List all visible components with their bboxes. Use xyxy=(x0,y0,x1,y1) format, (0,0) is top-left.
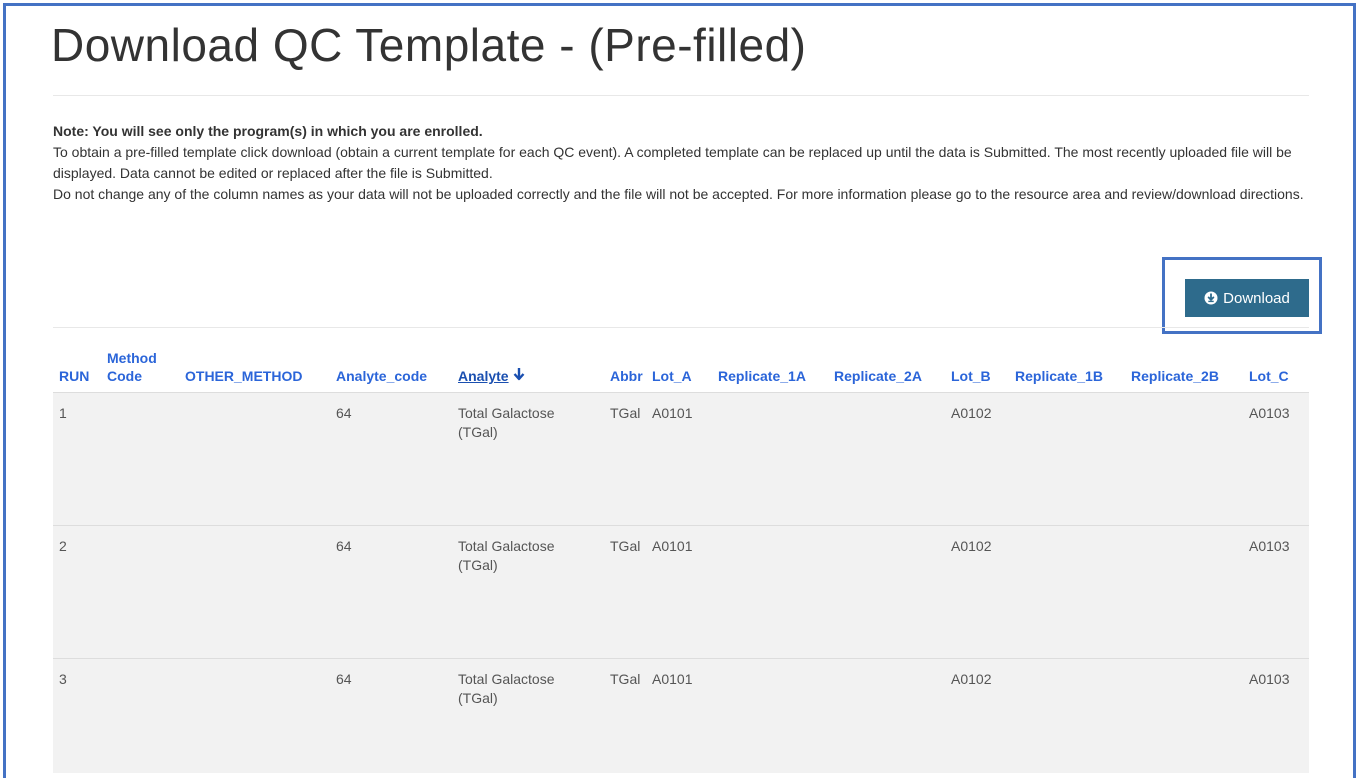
cell-other-method xyxy=(179,526,330,659)
cell-lot-b: A0102 xyxy=(951,671,992,687)
cell-lot-c: A0103 xyxy=(1249,671,1290,687)
download-circle-icon xyxy=(1204,291,1218,305)
cell-replicate-2b xyxy=(1125,526,1243,659)
table-row: 1 64 Total Galactose (TGal) TGal A0101 A… xyxy=(53,392,1309,526)
cell-other-method xyxy=(179,659,330,774)
cell-analyte: Total Galactose (TGal) xyxy=(458,671,555,706)
col-header-replicate-1a[interactable]: Replicate_1A xyxy=(712,345,828,393)
download-button[interactable]: Download xyxy=(1185,279,1309,317)
cell-replicate-1a xyxy=(712,393,828,526)
divider xyxy=(53,327,1309,328)
note-paragraph-1: To obtain a pre-filled template click do… xyxy=(53,144,1292,181)
cell-method-code xyxy=(101,393,179,526)
cell-replicate-2b xyxy=(1125,659,1243,774)
col-header-lot-c[interactable]: Lot_C xyxy=(1243,345,1309,393)
cell-replicate-1a xyxy=(712,526,828,659)
col-header-analyte[interactable]: Analyte xyxy=(452,345,604,393)
page-title: Download QC Template - (Pre-filled) xyxy=(51,19,807,71)
col-header-replicate-2b[interactable]: Replicate_2B xyxy=(1125,345,1243,393)
cell-replicate-2a xyxy=(828,526,945,659)
cell-other-method xyxy=(179,393,330,526)
cell-replicate-1b xyxy=(1009,659,1125,774)
sort-descending-icon xyxy=(513,367,525,385)
table-row: 3 64 Total Galactose (TGal) TGal A0101 A… xyxy=(53,658,1309,774)
cell-lot-c: A0103 xyxy=(1249,405,1290,421)
cell-run: 2 xyxy=(59,538,67,554)
cell-analyte: Total Galactose (TGal) xyxy=(458,405,555,440)
cell-run: 1 xyxy=(59,405,67,421)
col-header-replicate-2a[interactable]: Replicate_2A xyxy=(828,345,945,393)
cell-lot-a: A0101 xyxy=(652,405,693,421)
cell-method-code xyxy=(101,526,179,659)
cell-lot-b: A0102 xyxy=(951,405,992,421)
divider xyxy=(53,95,1309,96)
cell-method-code xyxy=(101,659,179,774)
cell-abbr: TGal xyxy=(610,671,641,687)
col-header-other-method[interactable]: OTHER_METHOD xyxy=(179,345,330,393)
cell-lot-b: A0102 xyxy=(951,538,992,554)
cell-lot-c: A0103 xyxy=(1249,538,1290,554)
cell-lot-a: A0101 xyxy=(652,538,693,554)
cell-replicate-2a xyxy=(828,393,945,526)
note-paragraph-2: Do not change any of the column names as… xyxy=(53,186,1304,202)
cell-run: 3 xyxy=(59,671,67,687)
note-section: Note: You will see only the program(s) i… xyxy=(53,121,1313,205)
cell-analyte-code: 64 xyxy=(336,671,352,687)
qc-template-table-container: RUN Method Code OTHER_METHOD Analyte_cod… xyxy=(53,345,1309,773)
cell-analyte-code: 64 xyxy=(336,538,352,554)
cell-analyte-code: 64 xyxy=(336,405,352,421)
col-header-abbr[interactable]: Abbr xyxy=(604,345,646,393)
qc-template-table: RUN Method Code OTHER_METHOD Analyte_cod… xyxy=(53,345,1309,773)
col-header-method-code[interactable]: Method Code xyxy=(101,345,179,393)
cell-replicate-1b xyxy=(1009,526,1125,659)
cell-abbr: TGal xyxy=(610,405,641,421)
cell-replicate-1a xyxy=(712,659,828,774)
table-row: 2 64 Total Galactose (TGal) TGal A0101 A… xyxy=(53,525,1309,659)
cell-replicate-1b xyxy=(1009,393,1125,526)
cell-replicate-2b xyxy=(1125,393,1243,526)
cell-lot-a: A0101 xyxy=(652,671,693,687)
col-header-run[interactable]: RUN xyxy=(53,345,101,393)
download-button-label: Download xyxy=(1223,289,1290,307)
col-header-lot-a[interactable]: Lot_A xyxy=(646,345,712,393)
cell-analyte: Total Galactose (TGal) xyxy=(458,538,555,573)
table-header-row: RUN Method Code OTHER_METHOD Analyte_cod… xyxy=(53,345,1309,393)
col-header-analyte-code[interactable]: Analyte_code xyxy=(330,345,452,393)
cell-replicate-2a xyxy=(828,659,945,774)
col-header-replicate-1b[interactable]: Replicate_1B xyxy=(1009,345,1125,393)
note-heading: Note: You will see only the program(s) i… xyxy=(53,123,483,139)
col-header-lot-b[interactable]: Lot_B xyxy=(945,345,1009,393)
cell-abbr: TGal xyxy=(610,538,641,554)
